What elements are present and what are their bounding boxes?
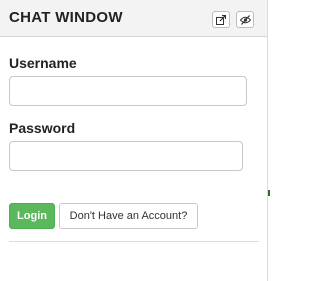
username-label: Username: [9, 55, 77, 71]
login-button[interactable]: Login: [9, 203, 55, 229]
chat-window-panel: CHAT WINDOW Username Password Login Don'…: [0, 0, 268, 281]
chat-window-title: CHAT WINDOW: [9, 9, 123, 26]
username-input[interactable]: [9, 76, 247, 106]
signup-button[interactable]: Don't Have an Account?: [59, 203, 198, 229]
hide-chat-button[interactable]: [236, 11, 254, 28]
popout-icon: [216, 14, 226, 25]
edge-marker: [268, 190, 270, 196]
password-label: Password: [9, 120, 76, 136]
password-input[interactable]: [9, 141, 243, 171]
chat-window-header: CHAT WINDOW: [0, 0, 267, 37]
form-divider: [9, 241, 259, 242]
popout-button[interactable]: [212, 11, 230, 28]
hide-eye-icon: [239, 14, 251, 25]
